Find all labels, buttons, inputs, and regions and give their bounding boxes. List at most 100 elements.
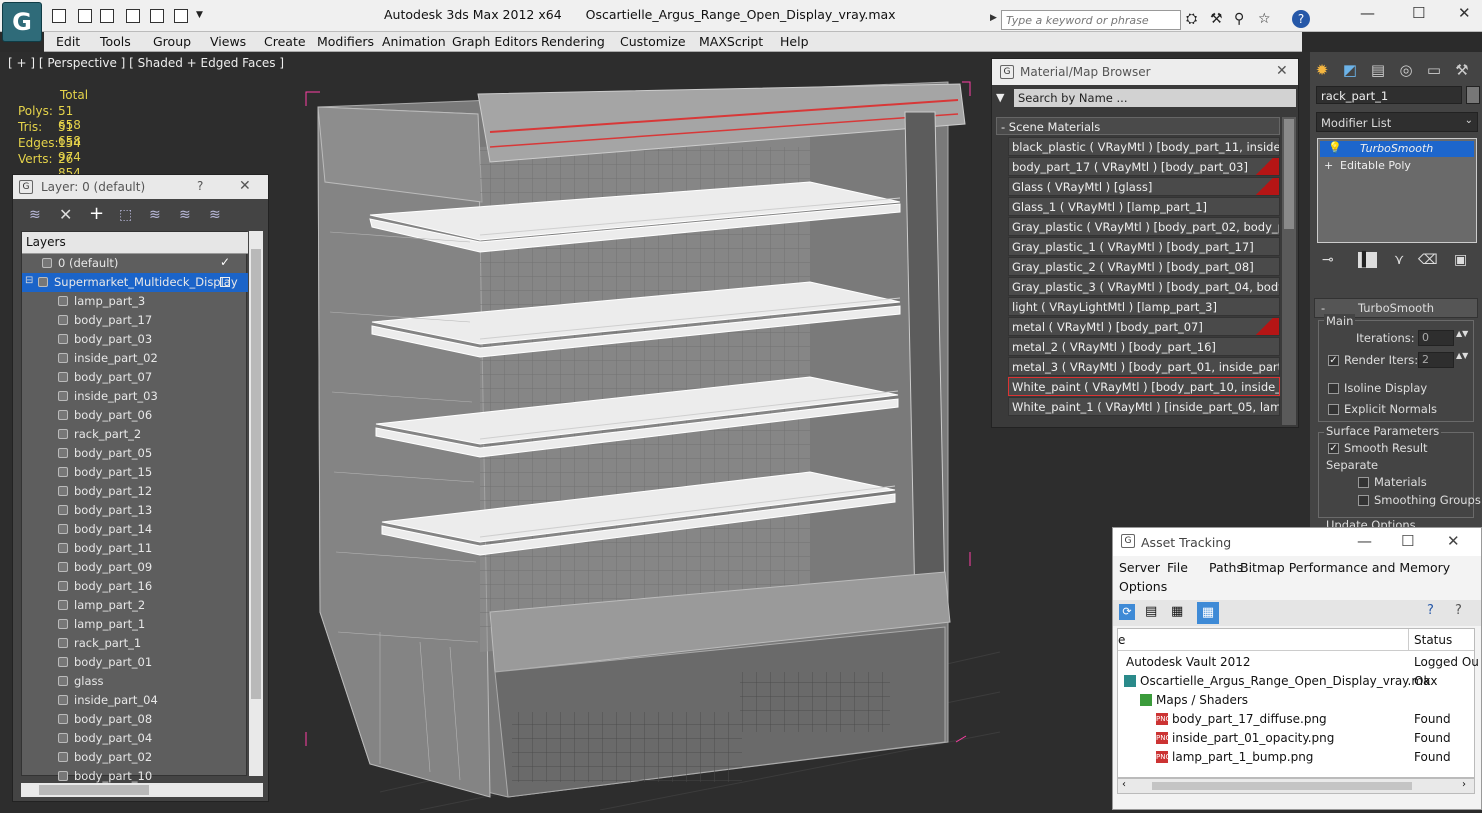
current-layer-box-icon[interactable] [220, 277, 230, 287]
material-browser-header[interactable]: G Material/Map Browser ✕ [992, 59, 1298, 85]
layer-row[interactable]: body_part_04 [22, 729, 248, 748]
isoline-display-checkbox[interactable] [1328, 383, 1339, 394]
layers-column-header[interactable]: Layers [22, 232, 248, 254]
asset-col-status[interactable]: Status [1414, 633, 1452, 647]
asset-row[interactable]: PNG inside_part_01_opacity.png Found [1118, 729, 1474, 748]
scroll-left-icon[interactable]: ‹ [1122, 779, 1126, 790]
render-iters-checkbox[interactable]: ✓ [1328, 355, 1339, 366]
menu-help[interactable]: Help [780, 34, 809, 49]
layer-row[interactable]: body_part_12 [22, 482, 248, 501]
modify-tab-icon[interactable]: ◩ [1338, 58, 1362, 82]
asset-row[interactable]: PNG body_part_17_diffuse.png Found [1118, 710, 1474, 729]
menu-animation[interactable]: Animation [382, 34, 446, 49]
expand-search-icon[interactable]: ▶ [990, 13, 997, 23]
layer-row[interactable]: body_part_17 [22, 311, 248, 330]
new-file-icon[interactable] [52, 9, 66, 23]
asset-col-name[interactable]: e [1118, 633, 1125, 647]
undo-icon[interactable] [126, 9, 140, 23]
material-row[interactable]: body_part_17 ( VRayMtl ) [body_part_03] [1008, 157, 1280, 176]
table-view-icon[interactable]: ▦ [1197, 602, 1219, 624]
layer-highlight-icon[interactable]: ≋ [149, 207, 161, 223]
hierarchy-tab-icon[interactable]: ▤ [1366, 58, 1390, 82]
separate-smoothing-groups-checkbox[interactable] [1358, 495, 1369, 506]
thumbnail-view-icon[interactable]: ▦ [1171, 604, 1183, 619]
layer-close-button[interactable]: ✕ [239, 178, 251, 194]
material-row[interactable]: metal_2 ( VRayMtl ) [body_part_16] [1008, 337, 1280, 356]
layer-row[interactable]: lamp_part_2 [22, 596, 248, 615]
layer-delete-icon[interactable]: ✕ [59, 205, 72, 224]
material-browser-close-button[interactable]: ✕ [1276, 63, 1288, 79]
layer-row[interactable]: body_part_05 [22, 444, 248, 463]
menu-rendering[interactable]: Rendering [541, 34, 605, 49]
scroll-right-icon[interactable]: › [1462, 779, 1466, 790]
menu-customize[interactable]: Customize [620, 34, 686, 49]
material-row[interactable]: Glass ( VRayMtl ) [glass] [1008, 177, 1280, 196]
asset-menu-file[interactable]: File [1167, 560, 1188, 575]
layer-row[interactable]: body_part_09 [22, 558, 248, 577]
asset-tracking-header[interactable]: G Asset Tracking — ☐ ✕ [1113, 528, 1481, 556]
motion-tab-icon[interactable]: ◎ [1394, 58, 1418, 82]
object-color-swatch[interactable] [1466, 86, 1480, 104]
material-row[interactable]: Gray_plastic_1 ( VRayMtl ) [body_part_17… [1008, 237, 1280, 256]
asset-minimize-button[interactable]: — [1357, 532, 1372, 550]
iterations-spin-arrows-icon[interactable]: ▲▼ [1456, 329, 1468, 338]
viewport-label[interactable]: [ + ] [ Perspective ] [ Shaded + Edged F… [8, 56, 284, 70]
remove-modifier-icon[interactable]: ⌫ [1418, 252, 1438, 268]
layer-row[interactable]: body_part_16 [22, 577, 248, 596]
create-tab-icon[interactable]: ✹ [1310, 58, 1334, 82]
minimize-button[interactable]: — [1360, 4, 1375, 22]
layer-row[interactable]: glass [22, 672, 248, 691]
menu-group[interactable]: Group [153, 34, 191, 49]
active-layer-check-icon[interactable]: ✓ [220, 255, 230, 269]
help-icon[interactable]: ? [1292, 10, 1310, 28]
open-file-icon[interactable] [78, 9, 92, 23]
material-row[interactable]: White_paint ( VRayMtl ) [body_part_10, i… [1008, 377, 1280, 396]
material-vertical-scrollbar[interactable] [1282, 117, 1296, 425]
layer-select-objects-icon[interactable]: ⬚ [119, 207, 132, 223]
asset-menu-bitmap-performance[interactable]: Bitmap Performance and Memory [1240, 560, 1450, 575]
material-row[interactable]: White_paint_1 ( VRayMtl ) [inside_part_0… [1008, 397, 1280, 416]
stack-item-editable-poly[interactable]: Editable Poly [1320, 158, 1474, 174]
explicit-normals-checkbox[interactable] [1328, 404, 1339, 415]
menu-edit[interactable]: Edit [56, 34, 80, 49]
layer-row[interactable]: 0 (default) ✓ [22, 254, 248, 273]
layer-row[interactable]: body_part_13 [22, 501, 248, 520]
browser-options-dropdown-icon[interactable]: ▼ [996, 91, 1004, 104]
layer-freeze-all-icon[interactable]: ≋ [209, 207, 221, 223]
asset-row[interactable]: PNG lamp_part_1_bump.png Found [1118, 748, 1474, 767]
layer-row[interactable]: body_part_08 [22, 710, 248, 729]
app-logo-icon[interactable]: G [2, 2, 42, 42]
quick-access-dropdown-icon[interactable]: ▼ [196, 10, 203, 20]
favorites-star-icon[interactable]: ☆ [1258, 11, 1271, 27]
asset-row[interactable]: Autodesk Vault 2012 Logged Ou [1118, 653, 1479, 672]
layer-row[interactable]: inside_part_04 [22, 691, 248, 710]
pin-stack-icon[interactable]: ⊸ [1322, 252, 1334, 268]
menu-modifiers[interactable]: Modifiers [317, 34, 374, 49]
asset-row[interactable]: Maps / Shaders [1118, 691, 1474, 710]
show-end-result-icon[interactable]: ▍ [1358, 252, 1377, 268]
tree-collapse-icon[interactable]: ⊟ [25, 275, 33, 286]
layer-row[interactable]: body_part_03 [22, 330, 248, 349]
asset-maximize-button[interactable]: ☐ [1401, 532, 1414, 550]
asset-menu-paths[interactable]: Paths [1209, 560, 1243, 575]
project-folder-icon[interactable] [174, 9, 188, 23]
redo-icon[interactable] [150, 9, 164, 23]
object-name-field[interactable]: rack_part_1 [1316, 86, 1462, 104]
material-row[interactable]: Glass_1 ( VRayMtl ) [lamp_part_1] [1008, 197, 1280, 216]
layer-row[interactable]: lamp_part_3 [22, 292, 248, 311]
layer-create-icon[interactable]: ≋ [29, 207, 41, 223]
infocenter-search-input[interactable]: Type a keyword or phrase [1001, 10, 1181, 30]
layer-hide-all-icon[interactable]: ≋ [179, 207, 191, 223]
layer-row[interactable]: Supermarket_Multideck_Display ⊟ [22, 273, 248, 292]
layer-add-selection-icon[interactable]: + [89, 203, 104, 224]
scene-materials-group[interactable]: - Scene Materials [996, 117, 1280, 135]
make-unique-icon[interactable]: ⋎ [1394, 252, 1404, 268]
material-row[interactable]: metal_3 ( VRayMtl ) [body_part_01, insid… [1008, 357, 1280, 376]
list-view-icon[interactable]: ▤ [1145, 604, 1157, 619]
layer-row[interactable]: body_part_01 [22, 653, 248, 672]
material-row[interactable]: Gray_plastic_3 ( VRayMtl ) [body_part_04… [1008, 277, 1280, 296]
menu-create[interactable]: Create [264, 34, 306, 49]
render-iters-spin-arrows-icon[interactable]: ▲▼ [1456, 351, 1468, 360]
layer-row[interactable]: body_part_15 [22, 463, 248, 482]
binoculars-icon[interactable]: ⛭ [1186, 11, 1197, 27]
